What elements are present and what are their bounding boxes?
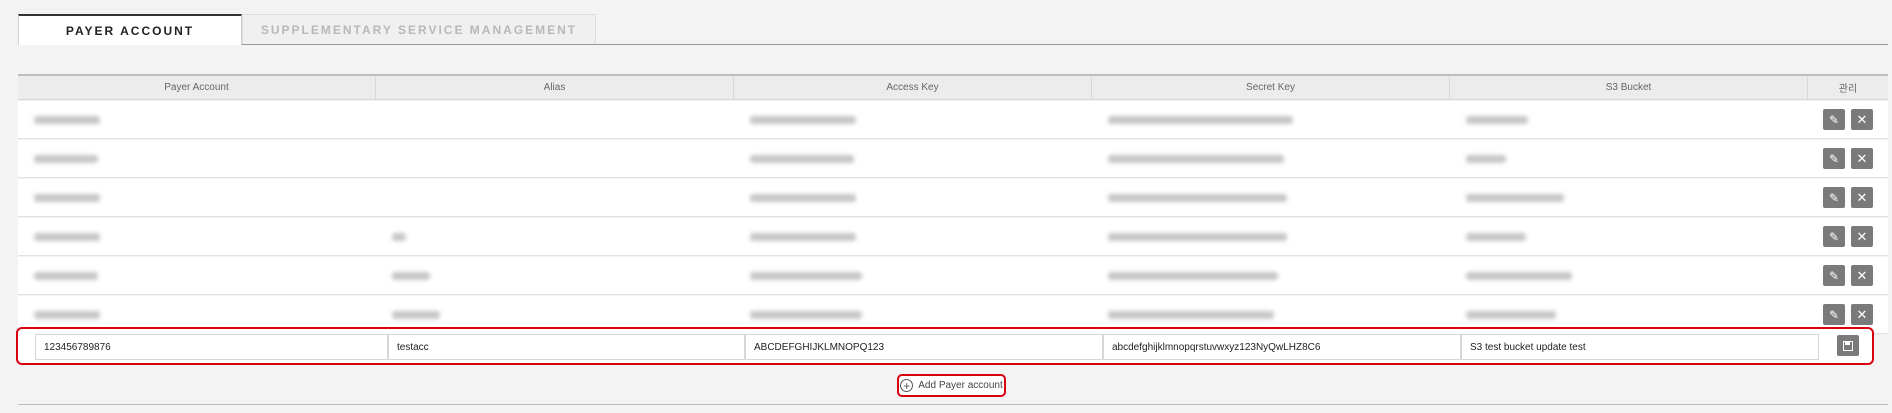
plus-circle-icon: + [900,379,914,392]
edit-button[interactable]: ✎ [1823,109,1845,130]
pencil-icon: ✎ [1828,112,1840,127]
redacted-text [1108,310,1274,319]
pencil-icon: ✎ [1828,190,1840,205]
redacted-text [750,232,856,241]
col-secret-key: Secret Key [1092,76,1450,99]
pencil-icon: ✎ [1828,229,1840,244]
edit-button[interactable]: ✎ [1823,226,1845,247]
redacted-text [750,154,854,163]
redacted-text [1108,115,1293,124]
redacted-text [1108,154,1284,163]
table-row: ✎ ✕ [18,179,1888,217]
close-icon: ✕ [1856,189,1868,205]
pencil-icon: ✎ [1828,307,1840,322]
delete-button[interactable]: ✕ [1851,304,1873,325]
edit-button[interactable]: ✎ [1823,187,1845,208]
col-s3-bucket: S3 Bucket [1450,76,1808,99]
redacted-text [34,115,100,124]
bottom-divider [18,404,1888,405]
redacted-text [1108,232,1287,241]
tab-supplementary-service-management[interactable]: SUPPLEMENTARY SERVICE MANAGEMENT [242,14,596,44]
redacted-text [34,232,100,241]
delete-button[interactable]: ✕ [1851,265,1873,286]
tab-bar: PAYER ACCOUNT SUPPLEMENTARY SERVICE MANA… [18,14,1888,45]
tab-underline [18,44,1888,45]
delete-button[interactable]: ✕ [1851,148,1873,169]
col-payer-account: Payer Account [18,76,376,99]
pencil-icon: ✎ [1828,268,1840,283]
col-access-key: Access Key [734,76,1092,99]
pencil-icon: ✎ [1828,151,1840,166]
floppy-icon [1843,340,1853,351]
alias-input[interactable] [388,334,745,360]
redacted-text [392,310,440,319]
edit-button[interactable]: ✎ [1823,148,1845,169]
table-row: ✎ ✕ [18,257,1888,295]
redacted-text [392,271,430,280]
s3-bucket-input[interactable] [1461,334,1819,360]
redacted-text [750,271,862,280]
redacted-text [34,193,100,202]
secret-key-input[interactable] [1103,334,1461,360]
access-key-input[interactable] [745,334,1103,360]
tab-payer-account[interactable]: PAYER ACCOUNT [18,14,242,45]
redacted-text [1466,115,1528,124]
redacted-text [34,154,98,163]
edit-button[interactable]: ✎ [1823,265,1845,286]
add-payer-account-button[interactable]: + Add Payer account [897,374,1006,397]
table-row: ✎ ✕ [18,101,1888,139]
add-payer-account-label: Add Payer account [918,380,1003,391]
close-icon: ✕ [1856,111,1868,127]
redacted-text [750,310,862,319]
redacted-text [34,310,100,319]
redacted-text [750,115,856,124]
redacted-text [392,232,406,241]
redacted-text [1466,271,1572,280]
payer-account-input[interactable] [35,334,388,360]
close-icon: ✕ [1856,228,1868,244]
redacted-text [1466,193,1564,202]
table-header: Payer Account Alias Access Key Secret Ke… [18,76,1888,100]
col-alias: Alias [376,76,734,99]
payer-account-table: Payer Account Alias Access Key Secret Ke… [18,74,1888,334]
new-payer-row [16,327,1874,365]
delete-button[interactable]: ✕ [1851,226,1873,247]
redacted-text [750,193,856,202]
edit-button[interactable]: ✎ [1823,304,1845,325]
redacted-text [1108,193,1287,202]
delete-button[interactable]: ✕ [1851,187,1873,208]
delete-button[interactable]: ✕ [1851,109,1873,130]
table-row: ✎ ✕ [18,218,1888,256]
redacted-text [1108,271,1278,280]
redacted-text [1466,232,1526,241]
table-row: ✎ ✕ [18,140,1888,178]
col-manage: 관리 [1838,84,1858,95]
close-icon: ✕ [1856,150,1868,166]
save-button[interactable] [1837,335,1859,356]
close-icon: ✕ [1856,267,1868,283]
redacted-text [34,271,98,280]
redacted-text [1466,154,1506,163]
close-icon: ✕ [1856,306,1868,322]
redacted-text [1466,310,1556,319]
